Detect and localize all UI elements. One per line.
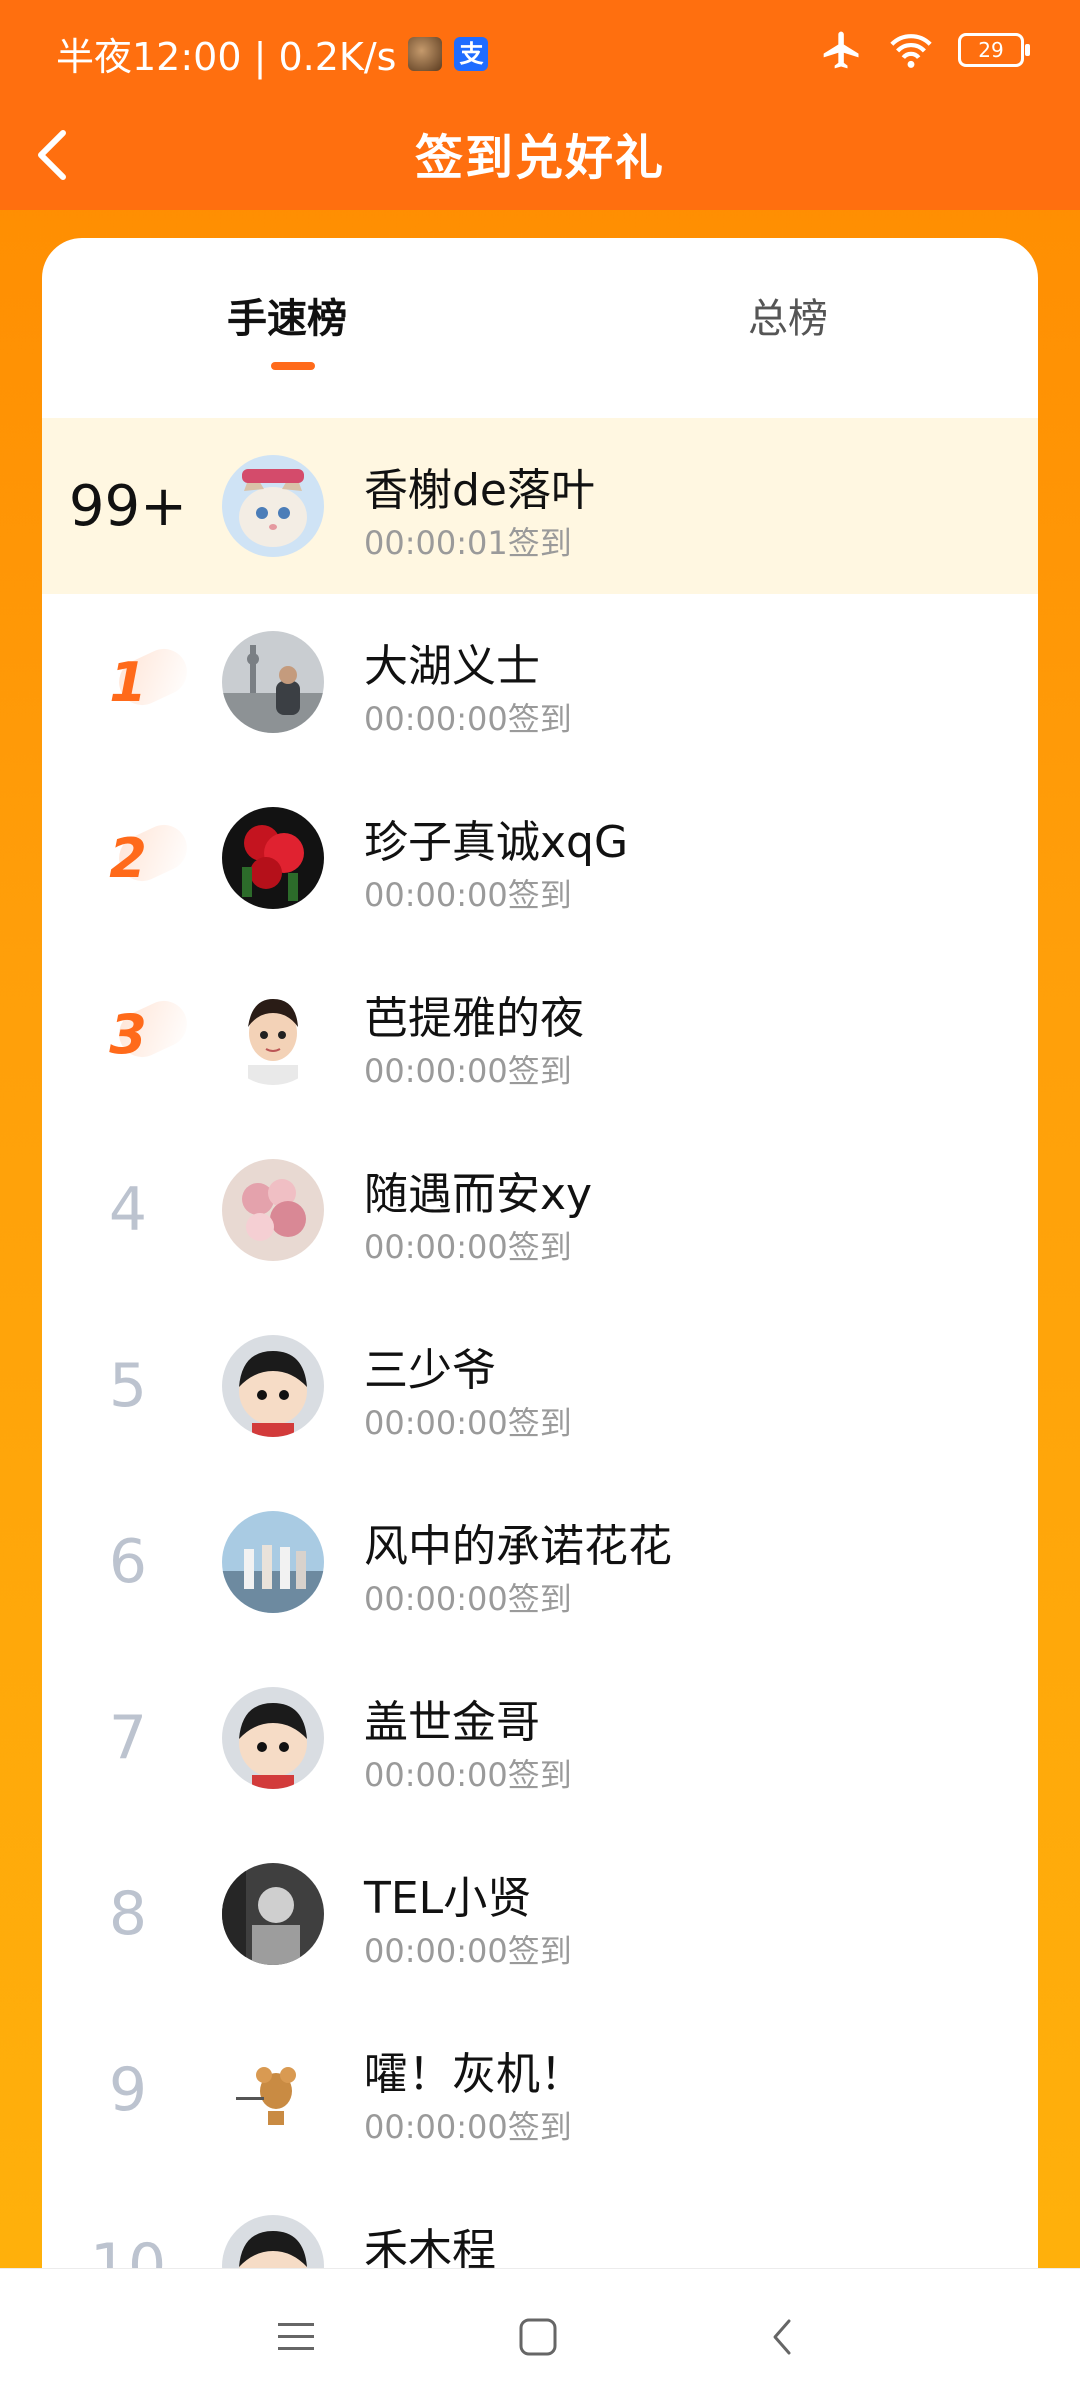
back-triangle-icon <box>773 2319 791 2355</box>
tab-total-ranking[interactable]: 总榜 <box>748 286 828 344</box>
ranking-row[interactable]: 8 TEL小贤 00:00:00签到 <box>42 1826 1038 2002</box>
checkin-time: 00:00:00签到 <box>364 1052 572 1090</box>
tab-active-indicator <box>271 362 315 370</box>
status-bar: 半夜12:00 | 0.2K/s 支 29 <box>0 0 1080 100</box>
rank-number: 99+ <box>68 473 188 539</box>
system-nav-bar <box>0 2268 1080 2401</box>
status-time-speed: 半夜12:00 | 0.2K/s <box>56 35 397 79</box>
airplane-icon <box>823 31 859 69</box>
ranking-row[interactable]: 3 芭提雅的夜 00:00:00签到 <box>42 946 1038 1122</box>
rank-number: 6 <box>108 1527 148 1597</box>
rank-number: 2 <box>42 770 214 946</box>
user-name: 盖世金哥 <box>364 1697 540 1748</box>
checkin-time: 00:00:00签到 <box>364 1756 572 1794</box>
ranking-row[interactable]: 9 嚯！灰机！ 00:00:00签到 <box>42 2002 1038 2178</box>
rank-number: 5 <box>108 1351 148 1421</box>
menu-icon <box>278 2323 314 2350</box>
alipay-notification-icon: 支 <box>454 36 489 71</box>
avatar <box>222 983 324 1085</box>
battery-level: 29 <box>978 38 1004 62</box>
rank-number: 7 <box>108 1703 148 1773</box>
checkin-time: 00:00:00签到 <box>364 1932 572 1970</box>
ranking-list: 99+ 香榭de落叶 00:00:01签到 1 大湖义士 00:00:00签到 … <box>42 418 1038 2278</box>
user-name: TEL小贤 <box>364 1873 532 1924</box>
battery-icon: 29 <box>958 33 1030 67</box>
ranking-row[interactable]: 5 三少爷 00:00:00签到 <box>42 1298 1038 1474</box>
app-header: 签到兑好礼 <box>0 100 1080 210</box>
checkin-time: 00:00:00签到 <box>364 876 572 914</box>
avatar <box>222 1511 324 1613</box>
checkin-time: 00:00:00签到 <box>364 1228 572 1266</box>
system-back-button[interactable] <box>752 2307 812 2367</box>
user-name: 随遇而安xy <box>364 1169 593 1220</box>
checkin-time: 00:00:00签到 <box>364 2108 572 2146</box>
checkin-time: 00:00:00签到 <box>364 1580 572 1618</box>
avatar <box>222 807 324 909</box>
avatar <box>222 455 324 557</box>
ranking-row[interactable]: 4 随遇而安xy 00:00:00签到 <box>42 1122 1038 1298</box>
user-name: 三少爷 <box>364 1345 496 1396</box>
ranking-row[interactable]: 10 禾木程 <box>42 2178 1038 2278</box>
home-square-icon <box>519 2318 557 2356</box>
ranking-card: 手速榜 总榜 99+ 香榭de落叶 00:00:01签到 1 大湖义士 00:0… <box>42 238 1038 2278</box>
rank-number: 8 <box>108 1879 148 1949</box>
rank-number: 3 <box>42 946 214 1122</box>
user-name: 嚯！灰机！ <box>364 2049 584 2100</box>
rank-number: 10 <box>89 2231 167 2278</box>
ranking-row[interactable]: 6 风中的承诺花花 00:00:00签到 <box>42 1474 1038 1650</box>
checkin-time: 00:00:00签到 <box>364 1404 572 1442</box>
user-name: 珍子真诚xqG <box>364 817 629 868</box>
user-name: 风中的承诺花花 <box>364 1521 672 1572</box>
avatar <box>222 1335 324 1437</box>
home-button[interactable] <box>508 2307 568 2367</box>
ranking-row-me[interactable]: 99+ 香榭de落叶 00:00:01签到 <box>42 418 1038 594</box>
status-left: 半夜12:00 | 0.2K/s 支 <box>56 26 489 81</box>
status-right: 29 <box>820 28 1030 72</box>
rank-number: 4 <box>108 1175 148 1245</box>
page-title: 签到兑好礼 <box>414 130 665 186</box>
checkin-time: 00:00:01签到 <box>364 524 572 562</box>
avatar <box>222 2039 324 2141</box>
tab-speed-ranking[interactable]: 手速榜 <box>227 286 347 344</box>
ranking-row[interactable]: 2 珍子真诚xqG 00:00:00签到 <box>42 770 1038 946</box>
rank-number: 1 <box>42 594 214 770</box>
user-name: 芭提雅的夜 <box>364 993 584 1044</box>
recent-apps-button[interactable] <box>266 2307 326 2367</box>
wifi-icon <box>890 34 932 68</box>
user-name: 大湖义士 <box>364 641 540 692</box>
avatar <box>222 631 324 733</box>
ranking-row[interactable]: 7 盖世金哥 00:00:00签到 <box>42 1650 1038 1826</box>
ranking-row[interactable]: 1 大湖义士 00:00:00签到 <box>42 594 1038 770</box>
app-notification-icon <box>408 36 443 71</box>
user-name: 香榭de落叶 <box>364 465 595 516</box>
rank-number: 9 <box>108 2055 148 2125</box>
tab-bar: 手速榜 总榜 <box>42 238 1038 418</box>
avatar <box>222 1159 324 1261</box>
avatar <box>222 1687 324 1789</box>
avatar <box>222 1863 324 1965</box>
checkin-time: 00:00:00签到 <box>364 700 572 738</box>
